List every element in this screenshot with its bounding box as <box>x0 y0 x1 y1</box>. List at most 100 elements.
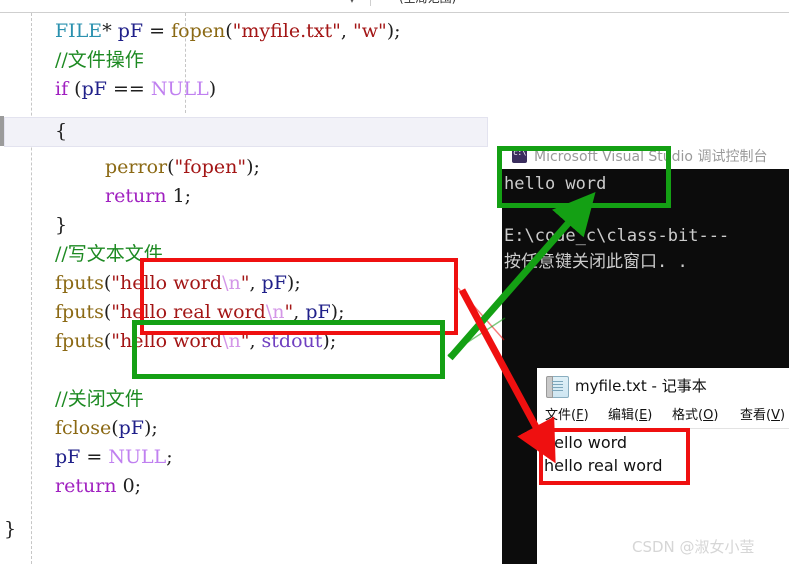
code-line: //文件操作 <box>0 46 500 75</box>
code-token: fclose <box>55 417 112 439</box>
code-line: perror("fopen"); <box>0 153 500 182</box>
code-token: NULL <box>108 446 167 468</box>
code-line: return 1; <box>0 182 500 211</box>
notepad-menu-item[interactable]: 文件(F) <box>545 404 589 423</box>
code-line: return 0; <box>0 472 500 501</box>
notepad-text-line: hello word <box>544 433 628 452</box>
code-line: pF = NULL; <box>0 443 500 472</box>
code-token: pF <box>117 20 144 42</box>
navbar-divider <box>370 0 371 6</box>
code-token: } <box>4 518 17 540</box>
code-token: , <box>249 330 262 352</box>
code-token: "w" <box>352 20 387 42</box>
console-line: hello word <box>504 174 607 194</box>
code-token: { <box>55 120 68 142</box>
csdn-watermark: CSDN @淑女小莹 <box>632 538 755 556</box>
code-token: ; <box>184 185 192 207</box>
code-token: ); <box>286 272 301 294</box>
code-token: fputs <box>55 330 104 352</box>
vs-navigation-bar: ▾ (全局范围) <box>0 0 789 12</box>
code-token: "myfile.txt" <box>232 20 341 42</box>
code-line: { <box>0 117 500 146</box>
code-token: ( <box>111 417 119 439</box>
code-token: pF <box>81 78 107 100</box>
code-line: } <box>0 515 500 544</box>
code-token: return <box>105 185 167 207</box>
code-token: "hello word <box>111 330 223 352</box>
code-line: fputs("hello real word\n", pF); <box>0 298 500 327</box>
code-token: //文件操作 <box>55 49 144 71</box>
notepad-icon <box>546 376 569 398</box>
scope-dropdown-label[interactable]: (全局范围) <box>399 0 456 6</box>
code-token: == <box>106 78 151 100</box>
code-token: fputs <box>55 301 104 323</box>
code-token: ); <box>143 417 158 439</box>
code-token: ) <box>208 78 217 100</box>
code-token: fputs <box>55 272 104 294</box>
code-token: ); <box>330 301 345 323</box>
code-token: ( <box>68 78 82 100</box>
code-token: pF <box>305 301 331 323</box>
console-title-text: Microsoft Visual Studio 调试控制台 <box>534 149 768 165</box>
code-token: , <box>293 301 306 323</box>
code-line: fclose(pF); <box>0 414 500 443</box>
code-token: pF <box>261 272 287 294</box>
code-token: 0 <box>122 475 135 497</box>
console-line: 按任意键关闭此窗口. . <box>504 252 688 272</box>
code-line: if (pF == NULL) <box>0 75 500 104</box>
code-token: FILE <box>55 20 103 42</box>
code-token: ( <box>225 20 233 42</box>
code-token: //关闭文件 <box>55 388 144 410</box>
code-token: ; <box>166 446 173 468</box>
code-token: "fopen" <box>174 156 247 178</box>
code-token: return <box>55 475 117 497</box>
code-token: "hello real word <box>111 301 266 323</box>
notepad-menu-bar[interactable]: 文件(F) 编辑(E) 格式(O) 查看(V) <box>537 404 789 428</box>
code-token: \n <box>222 272 241 294</box>
code-token: ( <box>167 156 175 178</box>
code-token: , <box>340 20 353 42</box>
notepad-title-bar: myfile.txt - 记事本 <box>537 368 789 404</box>
code-text[interactable]: FILE* pF = fopen("myfile.txt", "w");//文件… <box>0 13 500 564</box>
console-title-bar: Microsoft Visual Studio 调试控制台 <box>502 143 789 169</box>
code-token: ); <box>322 330 337 352</box>
code-token: = <box>80 446 109 468</box>
code-token: pF <box>55 446 81 468</box>
cmd-icon <box>512 148 527 163</box>
screenshot-root: ▾ (全局范围) FILE* pF = fopen("myfile.txt", … <box>0 0 789 564</box>
code-line: fputs("hello word\n", pF); <box>0 269 500 298</box>
code-line: //关闭文件 <box>0 385 500 414</box>
code-token: fopen <box>171 20 226 42</box>
code-token: ); <box>246 156 260 178</box>
notepad-menu-item[interactable]: 编辑(E) <box>608 404 652 423</box>
notepad-menu-item[interactable]: 查看(V) <box>740 404 785 423</box>
code-token: , <box>249 272 262 294</box>
code-token: \n <box>222 330 241 352</box>
code-token: if <box>55 78 69 100</box>
code-token: //写文本文件 <box>55 243 163 265</box>
code-token: } <box>55 214 68 236</box>
code-editor[interactable]: FILE* pF = fopen("myfile.txt", "w");//文件… <box>0 13 500 564</box>
console-line: E:\code_c\class-bit--- <box>504 226 730 246</box>
code-line: //写文本文件 <box>0 240 500 269</box>
code-token: "hello word <box>111 272 223 294</box>
notepad-title-text: myfile.txt - 记事本 <box>575 377 707 395</box>
code-token: stdout <box>261 330 323 352</box>
notepad-window[interactable]: myfile.txt - 记事本 文件(F) 编辑(E) 格式(O) 查看(V) he… <box>537 368 789 564</box>
code-token: NULL <box>150 78 209 100</box>
code-line: fputs("hello word\n", stdout); <box>0 327 500 356</box>
notepad-menu-item[interactable]: 格式(O) <box>672 404 718 423</box>
scope-dropdown-arrow-icon[interactable]: ▾ <box>340 0 364 11</box>
code-token: perror <box>105 156 168 178</box>
code-token: pF <box>118 417 144 439</box>
code-token: * <box>102 20 118 42</box>
notepad-text-line: hello real word <box>544 456 663 475</box>
code-token: ); <box>386 20 401 42</box>
code-token: 1 <box>172 185 185 207</box>
code-line: } <box>0 211 500 240</box>
code-line: FILE* pF = fopen("myfile.txt", "w"); <box>0 17 500 46</box>
code-token: = <box>143 20 172 42</box>
code-token: \n <box>265 301 285 323</box>
code-token: " <box>284 301 294 323</box>
code-token: ; <box>134 475 142 497</box>
